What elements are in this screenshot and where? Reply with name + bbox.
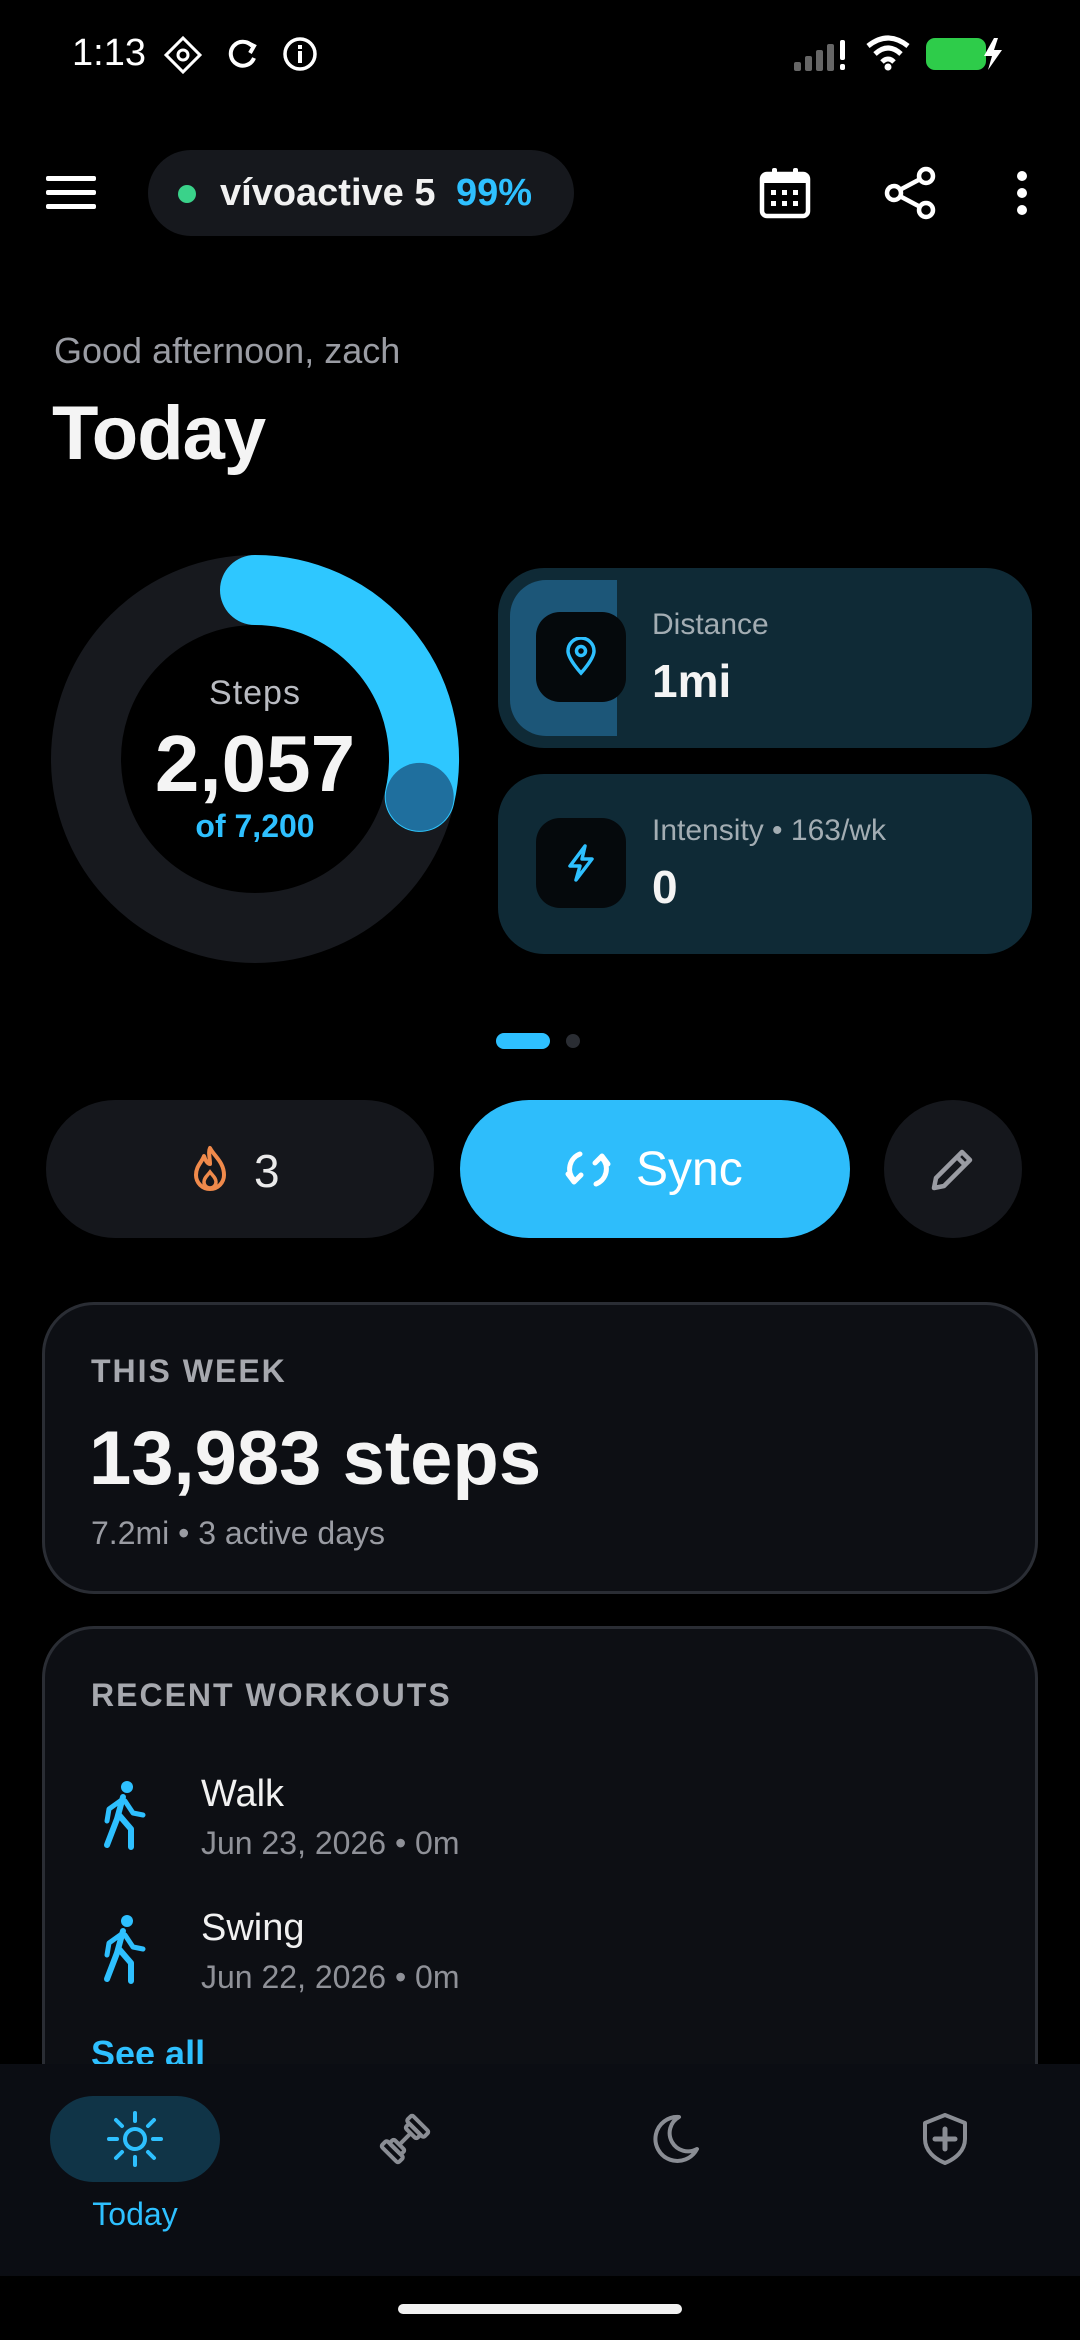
- dumbbell-icon: [379, 2113, 431, 2165]
- pager-dot[interactable]: [566, 1034, 580, 1048]
- workout-name: Walk: [201, 1773, 285, 1815]
- this-week-title: THIS WEEK: [91, 1353, 287, 1389]
- nav-label-today: Today: [92, 2196, 178, 2232]
- calendar-icon[interactable]: [754, 162, 816, 224]
- device-battery: 99%: [456, 172, 533, 214]
- intensity-card[interactable]: Intensity • 163/wk 0: [498, 774, 1032, 954]
- battery-charging-icon: [926, 38, 1002, 70]
- share-icon[interactable]: [880, 162, 942, 224]
- info-icon: [283, 37, 317, 71]
- lightning-icon: [568, 844, 594, 882]
- workout-name: Swing: [201, 1907, 305, 1949]
- edit-button[interactable]: [884, 1100, 1022, 1238]
- device-name: vívoactive 5: [220, 172, 436, 214]
- menu-icon[interactable]: [44, 168, 100, 218]
- workout-meta: Jun 22, 2026 • 0m: [201, 1959, 460, 1995]
- shield-plus-icon: [923, 2113, 967, 2165]
- intensity-icon-box: [536, 818, 626, 908]
- sun-icon: [107, 2111, 163, 2167]
- bottom-navigation: Today: [0, 2064, 1080, 2276]
- nav-item-workouts[interactable]: [320, 2096, 490, 2246]
- pencil-icon: [931, 1149, 973, 1191]
- walk-icon: [104, 1781, 146, 1850]
- pager-dot-active[interactable]: [496, 1033, 550, 1049]
- intensity-label: Intensity • 163/wk: [652, 814, 886, 847]
- flame-icon: [194, 1146, 226, 1191]
- distance-card[interactable]: Distance 1mi: [498, 568, 1032, 748]
- steps-value: 2,057: [154, 719, 356, 808]
- sync-label: Sync: [636, 1143, 743, 1196]
- nav-item-today[interactable]: Today: [50, 2096, 220, 2246]
- workout-meta: Jun 23, 2026 • 0m: [201, 1825, 460, 1861]
- status-time: 1:13: [72, 32, 146, 74]
- distance-icon-box: [536, 612, 626, 702]
- status-bar: 1:13: [0, 0, 1080, 110]
- distance-value: 1mi: [652, 655, 732, 707]
- workout-item[interactable]: Swing Jun 22, 2026 • 0m: [45, 1899, 1035, 2009]
- app-notification-icon: [163, 35, 203, 75]
- location-pin-icon: [566, 637, 596, 676]
- this-week-summary: 7.2mi • 3 active days: [91, 1515, 385, 1551]
- recent-workouts-title: RECENT WORKOUTS: [91, 1677, 452, 1713]
- streak-count: 3: [254, 1145, 280, 1197]
- sync-button[interactable]: Sync: [460, 1100, 850, 1238]
- streak-button[interactable]: 3: [46, 1100, 434, 1238]
- steps-goal: of 7,200: [195, 808, 315, 844]
- this-week-card[interactable]: THIS WEEK 13,983 steps 7.2mi • 3 active …: [42, 1302, 1038, 1594]
- signal-icon: [794, 40, 845, 71]
- intensity-value: 0: [652, 861, 678, 913]
- sync-status-icon: [228, 39, 257, 68]
- top-app-bar: vívoactive 5 99%: [0, 148, 1080, 238]
- distance-label: Distance: [652, 608, 769, 641]
- more-vert-icon[interactable]: [992, 162, 1054, 224]
- page-title: Today: [52, 391, 266, 476]
- workout-item[interactable]: Walk Jun 23, 2026 • 0m: [45, 1765, 1035, 1875]
- steps-label: Steps: [209, 674, 301, 712]
- wifi-icon: [866, 35, 910, 71]
- moon-icon: [653, 2114, 699, 2163]
- this-week-steps: 13,983 steps: [89, 1416, 542, 1501]
- sync-icon: [565, 1151, 611, 1187]
- walk-icon: [104, 1915, 146, 1984]
- device-status-pill[interactable]: vívoactive 5 99%: [148, 150, 574, 236]
- nav-item-sleep[interactable]: [590, 2096, 760, 2246]
- greeting-text: Good afternoon, zach: [54, 330, 401, 371]
- connection-status-dot: [178, 185, 196, 203]
- home-indicator[interactable]: [398, 2304, 682, 2314]
- nav-item-health[interactable]: [860, 2096, 1030, 2246]
